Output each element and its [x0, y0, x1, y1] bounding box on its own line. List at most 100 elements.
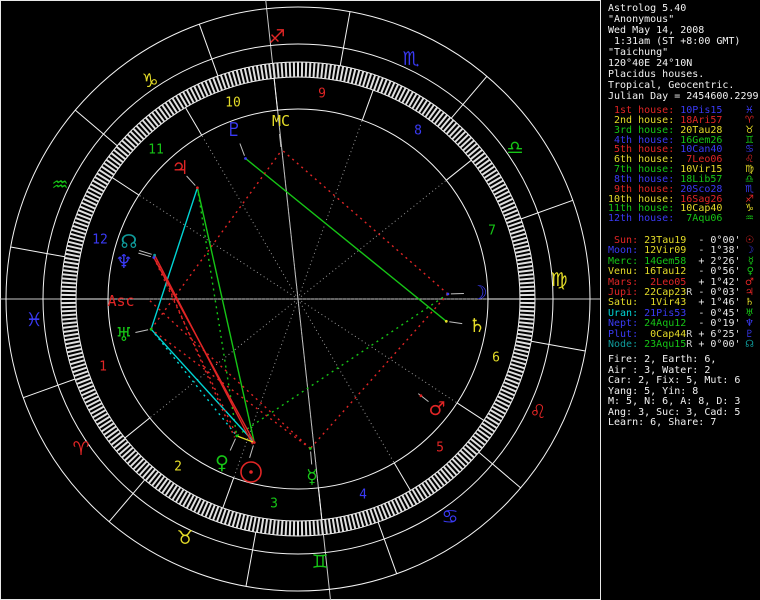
degree-tick: [516, 256, 532, 262]
degree-tick: [288, 520, 292, 536]
degree-tick: [251, 66, 257, 82]
degree-tick: [276, 62, 280, 78]
degree-tick: [268, 519, 272, 535]
degree-tick: [268, 63, 272, 79]
daily-motion-value: - 0°03': [698, 286, 741, 298]
planet-label: Merc:: [608, 255, 639, 267]
header-line: Placidus houses.: [608, 69, 705, 80]
degree-tick: [472, 152, 486, 164]
house-number: 4: [359, 488, 367, 503]
degree-tick: [304, 62, 308, 78]
chart-header: Astrolog 5.40 "Anonymous" Wed May 14, 2008…: [608, 3, 760, 102]
aquarius-sign-icon: ♒: [51, 174, 68, 196]
planet-icon: ♆: [745, 318, 754, 330]
degree-tick: [439, 116, 452, 130]
house-number: 1: [99, 360, 107, 375]
degree-tick: [243, 515, 250, 531]
degree-tick: [123, 449, 137, 462]
aspect-point-dot: [153, 253, 157, 257]
house-number: 12: [92, 233, 108, 248]
degree-tick: [436, 470, 448, 484]
degree-tick: [132, 457, 145, 471]
degree-tick: [247, 66, 253, 83]
degree-tick: [445, 122, 458, 135]
degree-tick: [430, 475, 442, 489]
aries-sign-icon: ♈: [72, 438, 89, 460]
degree-tick: [433, 111, 445, 125]
degree-tick: [61, 309, 77, 313]
planet-pointer-dash: [135, 329, 149, 333]
degree-tick: [343, 66, 349, 83]
degree-tick: [430, 109, 442, 123]
aspect-point-dot: [235, 434, 239, 438]
planet-position-value: 14Gem58: [644, 255, 687, 267]
degree-tick: [346, 515, 353, 531]
daily-motion-value: - 0°00': [698, 235, 741, 246]
stats-line: Car: 2, Fix: 5, Mut: 6: [608, 375, 741, 386]
degree-tick: [335, 65, 341, 81]
house-cusp-segment: [445, 159, 472, 181]
degree-tick: [235, 69, 242, 85]
sign-boundary-line: [108, 479, 146, 523]
degree-tick: [459, 449, 473, 462]
degree-tick: [511, 232, 527, 239]
degree-tick: [129, 455, 142, 468]
degree-tick: [235, 513, 242, 529]
degree-tick: [515, 340, 531, 346]
degree-tick: [251, 516, 257, 532]
daily-motion-value: + 0°00': [698, 338, 741, 350]
degree-tick: [518, 321, 534, 325]
degree-tick: [519, 277, 535, 281]
degree-tick: [469, 149, 483, 161]
planet-position-value: 21Pis53: [644, 307, 687, 319]
sign-boundary-line: [23, 378, 76, 399]
sign-boundary-line: [245, 532, 257, 587]
house-list: 1st house: 10Pis15 ♓ 2nd house: 18Ari57 ♈ …: [608, 106, 760, 224]
house-cusp-segment: [124, 417, 151, 439]
degree-tick: [312, 62, 316, 78]
degree-tick: [436, 114, 448, 128]
degree-tick: [151, 111, 163, 125]
degree-tick: [67, 351, 83, 358]
aspect-line: [236, 293, 449, 437]
aspect-point-dot: [419, 394, 423, 398]
stats-line: Fire: 2, Earth: 6,: [608, 354, 717, 365]
degree-tick: [108, 431, 122, 443]
planet-pointer-dash: [249, 445, 254, 458]
degree-tick: [63, 332, 79, 338]
degree-tick: [517, 328, 533, 333]
degree-tick: [65, 252, 81, 258]
degree-tick: [308, 520, 312, 536]
daily-motion-value: - 0°45': [698, 307, 741, 319]
daily-motion-value: + 2°26': [698, 255, 741, 267]
planet-position-value: 12Vir09: [644, 245, 687, 257]
degree-tick: [433, 473, 445, 487]
stats-line: Learn: 6, Share: 7: [608, 417, 717, 428]
sagittarius-sign-icon: ♐: [268, 26, 285, 48]
degree-tick: [445, 463, 458, 476]
degree-tick: [451, 457, 464, 471]
degree-tick: [316, 520, 320, 536]
house-row: 12th house: 7Aqu06 ♒: [608, 214, 760, 224]
degree-tick: [343, 515, 349, 532]
cancer-sign-icon: ♋: [441, 506, 458, 528]
degree-tick: [467, 145, 481, 158]
planet-position-value: 22Cap23: [644, 286, 687, 298]
house-cusp-segment: [273, 78, 278, 111]
planet-label: Nept:: [608, 318, 639, 330]
house-number: 5: [436, 441, 444, 456]
planet-pointer-dash: [229, 438, 236, 451]
degree-tick: [339, 516, 345, 532]
degree-tick: [354, 69, 361, 85]
degree-tick: [148, 114, 160, 128]
degree-tick: [454, 455, 467, 468]
sign-boundary-line: [198, 24, 219, 77]
degree-tick: [451, 127, 464, 141]
degree-tick: [280, 520, 284, 536]
degree-tick: [65, 340, 81, 346]
planet-position-value: 24Aqu12: [644, 318, 687, 330]
degree-tick: [288, 62, 292, 78]
aspect-point-dot: [252, 441, 256, 444]
mercury-icon: ☿: [306, 466, 318, 488]
degree-tick: [63, 328, 79, 333]
